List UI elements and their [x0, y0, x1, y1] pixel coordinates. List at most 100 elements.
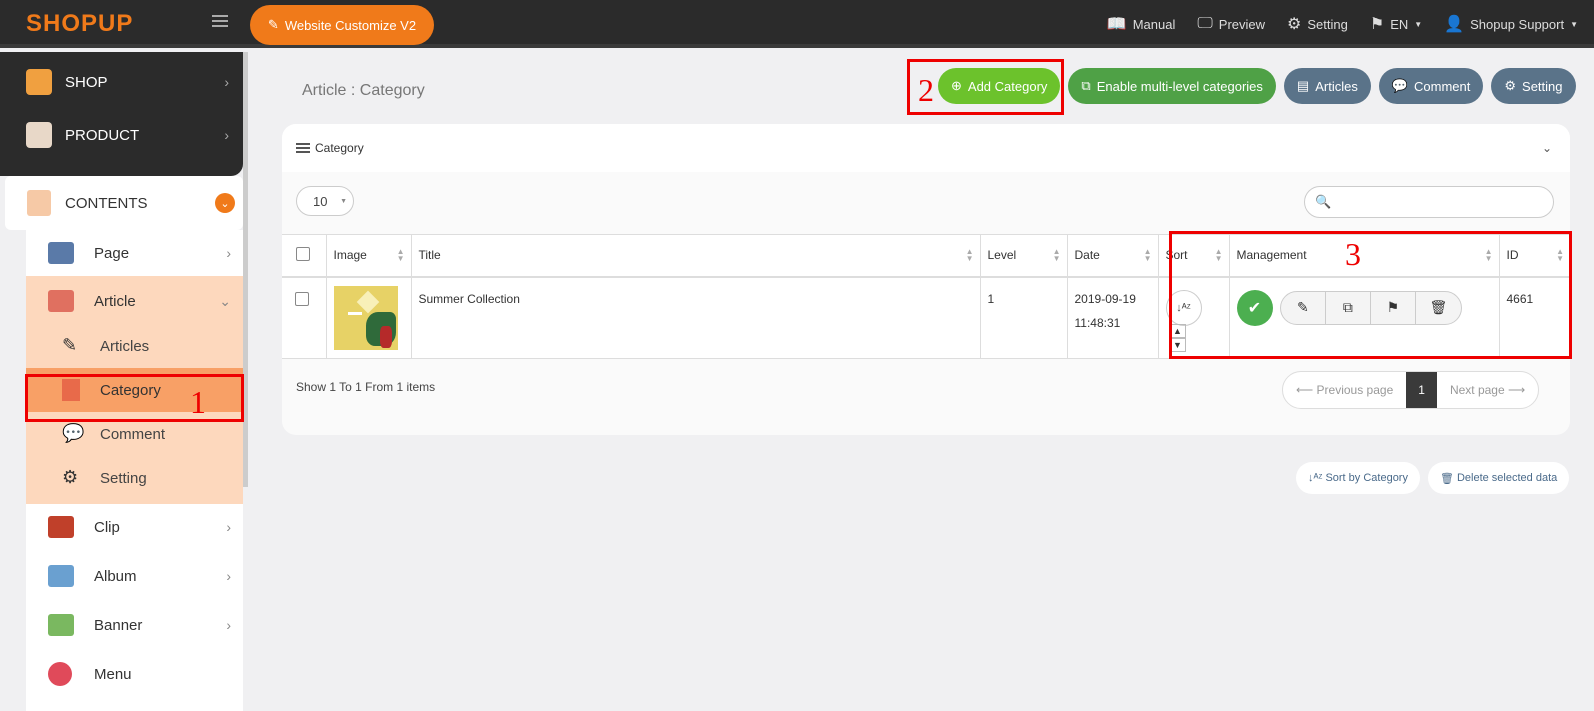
row-checkbox[interactable]: [295, 291, 309, 306]
select-all-cell: [282, 234, 327, 278]
search-input[interactable]: 🔍: [1304, 186, 1554, 218]
sort-icon: ▲ ▼: [965, 247, 974, 263]
album-icon: [48, 565, 74, 587]
next-page-button[interactable]: Next page ⟶: [1437, 372, 1538, 408]
card-title: Category: [315, 141, 364, 155]
sidebar-item-article[interactable]: Article ⌄: [26, 278, 243, 324]
menu-icon: [296, 141, 310, 155]
select-all-checkbox[interactable]: [296, 246, 310, 261]
product-icon: [26, 122, 52, 148]
annotation-number-2: 2: [918, 72, 934, 108]
speech-bubble-icon: 💬: [1391, 78, 1409, 93]
chevron-down-icon: ⌄: [219, 292, 231, 309]
gear-icon: ⚙: [62, 467, 79, 487]
website-customize-button[interactable]: ✎ Website Customize V2: [250, 5, 434, 45]
speech-bubble-icon: 💬: [62, 423, 85, 443]
pagination: ⟵ Previous page 1 Next page ⟶: [1282, 371, 1540, 409]
sitemap-icon: ⧉: [1081, 78, 1091, 93]
chevron-down-icon: ⌄: [215, 193, 235, 213]
page-button-current[interactable]: 1: [1406, 372, 1437, 408]
shopup-logo[interactable]: SHOPUP: [26, 10, 133, 38]
sidebar-item-label: Page: [94, 244, 130, 262]
gear-icon: ⚙: [1504, 78, 1517, 93]
person-icon: 👤: [1444, 16, 1465, 33]
per-page-value: 10: [313, 193, 328, 209]
articles-label: Articles: [1315, 78, 1358, 94]
monitor-icon: 🖵: [1197, 15, 1213, 32]
topnav-preview[interactable]: 🖵 Preview: [1197, 15, 1265, 33]
pencil-icon: ✎: [62, 335, 78, 355]
sort-icon: ▲ ▼: [396, 247, 405, 263]
topnav-manual-label: Manual: [1132, 16, 1176, 32]
sidebar-item-page[interactable]: Page ›: [26, 230, 243, 276]
sidebar-item-clip[interactable]: Clip ›: [26, 504, 243, 550]
sidebar-item-menu[interactable]: Menu: [26, 651, 243, 697]
annotation-box-1: [25, 374, 244, 422]
card-header[interactable]: Category ⌄: [282, 124, 1570, 172]
sort-icon: ▲ ▼: [1143, 247, 1152, 263]
annotation-number-1: 1: [190, 384, 206, 420]
row-title: Summer Collection: [411, 276, 981, 359]
enable-multi-level-button[interactable]: ⧉ Enable multi-level categories: [1068, 68, 1276, 104]
previous-page-button[interactable]: ⟵ Previous page: [1283, 372, 1406, 408]
book-icon: 📖: [1106, 16, 1127, 33]
contents-submenu: Page › Article ⌄ ✎ Articles Category 💬 C…: [26, 230, 243, 711]
sort-by-category-label: Sort by Category: [1325, 472, 1408, 484]
sidebar-item-shop[interactable]: SHOP ›: [0, 56, 243, 108]
annotation-box-3: [1169, 231, 1572, 359]
page-icon: [48, 242, 74, 264]
contents-icon: [27, 190, 51, 216]
delete-selected-button[interactable]: 🗑 Delete selected data: [1427, 462, 1570, 494]
clip-icon: [48, 516, 74, 538]
articles-button[interactable]: ▤ Articles: [1283, 68, 1371, 104]
category-thumbnail[interactable]: [333, 285, 398, 350]
sort-alpha-icon: ↓ᴬᶻ: [1308, 472, 1323, 484]
column-title[interactable]: Title ▲ ▼: [411, 234, 981, 278]
sidebar-item-album[interactable]: Album ›: [26, 553, 243, 599]
hamburger-menu-icon[interactable]: [212, 12, 228, 28]
sidebar-item-articles[interactable]: ✎ Articles: [26, 324, 243, 368]
list-icon: ▤: [1296, 78, 1310, 93]
row-date: 2019-09-19: [1074, 291, 1136, 306]
topnav-language[interactable]: ⚑ EN ▼: [1370, 14, 1422, 34]
column-label: Level: [987, 248, 1017, 263]
sidebar-dark-section: SHOP › PRODUCT ›: [0, 52, 243, 176]
top-bar: SHOPUP ✎ Website Customize V2 📖 Manual 🖵 P…: [0, 0, 1594, 48]
sidebar-item-setting[interactable]: ⚙ Setting: [26, 456, 243, 500]
comment-button[interactable]: 💬 Comment: [1378, 68, 1484, 104]
row-date-cell: 2019-09-19 11:48:31: [1067, 276, 1159, 359]
topnav-support[interactable]: 👤 Shopup Support ▼: [1444, 14, 1578, 34]
chevron-right-icon: ›: [224, 74, 229, 90]
column-level[interactable]: Level ▲ ▼: [980, 234, 1068, 278]
topnav-setting-label: Setting: [1307, 16, 1348, 32]
topnav-manual[interactable]: 📖 Manual: [1107, 14, 1176, 34]
website-customize-label: Website Customize V2: [284, 17, 417, 33]
sidebar-item-label: CONTENTS: [65, 194, 148, 212]
column-image[interactable]: Image ▲ ▼: [326, 234, 412, 278]
sidebar-item-label: Banner: [94, 616, 143, 634]
row-image-cell: [326, 276, 412, 359]
setting-button[interactable]: ⚙ Setting: [1491, 68, 1576, 104]
row-select-cell: [282, 276, 327, 359]
comment-label: Comment: [1414, 78, 1471, 94]
sort-by-category-button[interactable]: ↓ᴬᶻ Sort by Category: [1296, 462, 1420, 494]
row-time: 11:48:31: [1074, 315, 1121, 330]
sidebar-item-label: Comment: [100, 425, 166, 443]
chevron-down-icon[interactable]: ⌄: [1542, 141, 1552, 155]
sidebar-item-label: PRODUCT: [65, 126, 140, 144]
per-page-select[interactable]: 10 ▼: [296, 186, 354, 216]
chevron-right-icon: ›: [226, 568, 231, 584]
sidebar-item-label: Clip: [94, 518, 120, 536]
topnav-setting[interactable]: ⚙ Setting: [1287, 14, 1348, 34]
bottom-actions: ↓ᴬᶻ Sort by Category 🗑 Delete selected dat…: [1296, 462, 1570, 494]
column-date[interactable]: Date ▲ ▼: [1067, 234, 1159, 278]
sidebar-item-product[interactable]: PRODUCT ›: [0, 109, 243, 161]
trash-icon: 🗑: [1439, 472, 1454, 485]
sidebar-item-label: Articles: [100, 337, 150, 355]
column-label: Title: [418, 248, 441, 263]
sidebar-item-banner[interactable]: Banner ›: [26, 602, 243, 648]
sidebar-item-contents[interactable]: CONTENTS ⌄: [5, 176, 243, 230]
topnav-language-label: EN: [1390, 16, 1409, 32]
annotation-number-3: 3: [1345, 236, 1361, 272]
shop-icon: [26, 69, 52, 95]
